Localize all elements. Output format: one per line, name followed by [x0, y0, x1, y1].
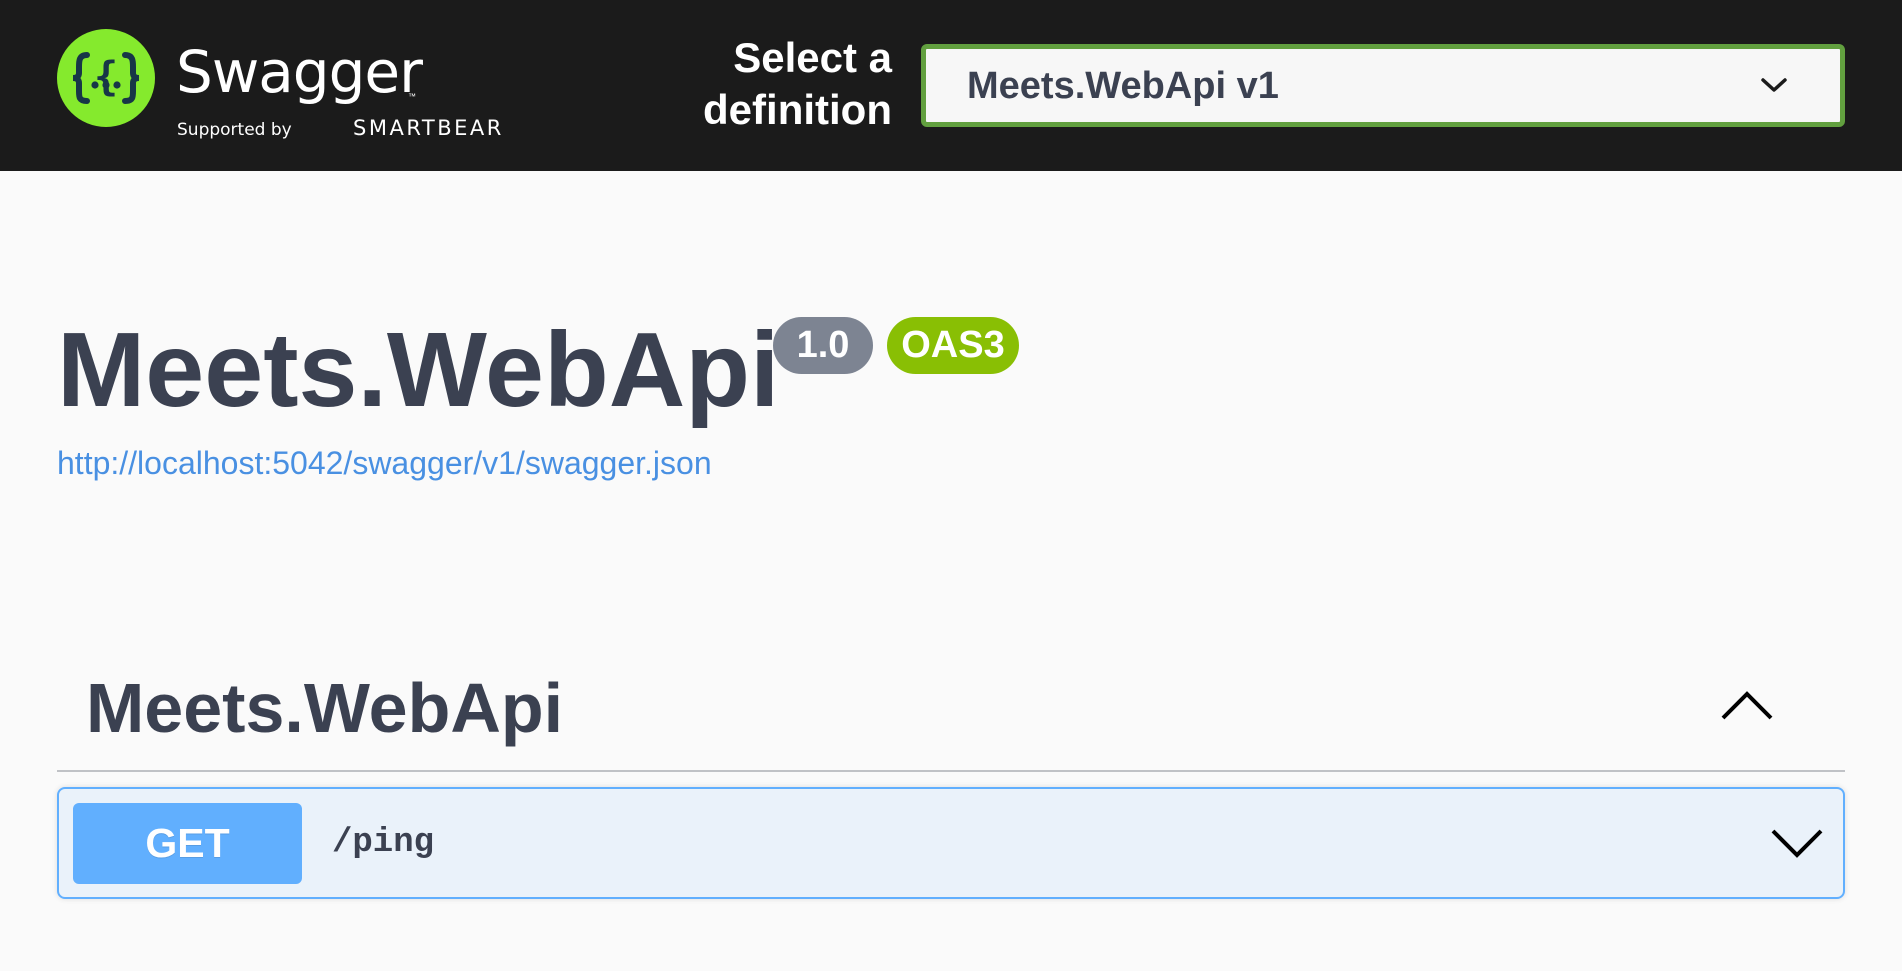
select-definition-label: Select a definition — [703, 34, 892, 133]
tag-section-header[interactable]: Meets.WebApi — [57, 650, 1845, 772]
operation-path: /ping — [332, 824, 435, 862]
tag-name: Meets.WebApi — [86, 669, 564, 747]
swagger-json-link[interactable]: http://localhost:5042/swagger/v1/swagger… — [57, 443, 712, 483]
oas-version-badge: OAS3 — [887, 317, 1019, 374]
swagger-wordmark: Swagger — [176, 38, 423, 106]
topbar: { Swagger ™ Supported by SMARTBEAR Selec… — [0, 0, 1902, 171]
api-title: Meets.WebApi — [57, 311, 780, 429]
swagger-logo-icon: { — [57, 29, 155, 127]
definition-select-value: Meets.WebApi v1 — [967, 65, 1279, 107]
supported-by-label: Supported by — [177, 120, 292, 140]
chevron-up-icon[interactable] — [1719, 678, 1775, 734]
swagger-logo-link[interactable]: { Swagger ™ Supported by SMARTBEAR — [57, 29, 501, 144]
trademark-symbol: ™ — [408, 92, 416, 101]
http-method-badge: GET — [73, 803, 302, 884]
operation-get-ping[interactable]: GET /ping — [57, 787, 1845, 899]
chevron-down-icon[interactable] — [1769, 823, 1825, 863]
chevron-down-icon — [1761, 78, 1787, 92]
version-badge: 1.0 — [773, 317, 873, 374]
definition-select[interactable]: Meets.WebApi v1 — [921, 44, 1845, 127]
smartbear-wordmark: SMARTBEAR — [353, 116, 504, 140]
